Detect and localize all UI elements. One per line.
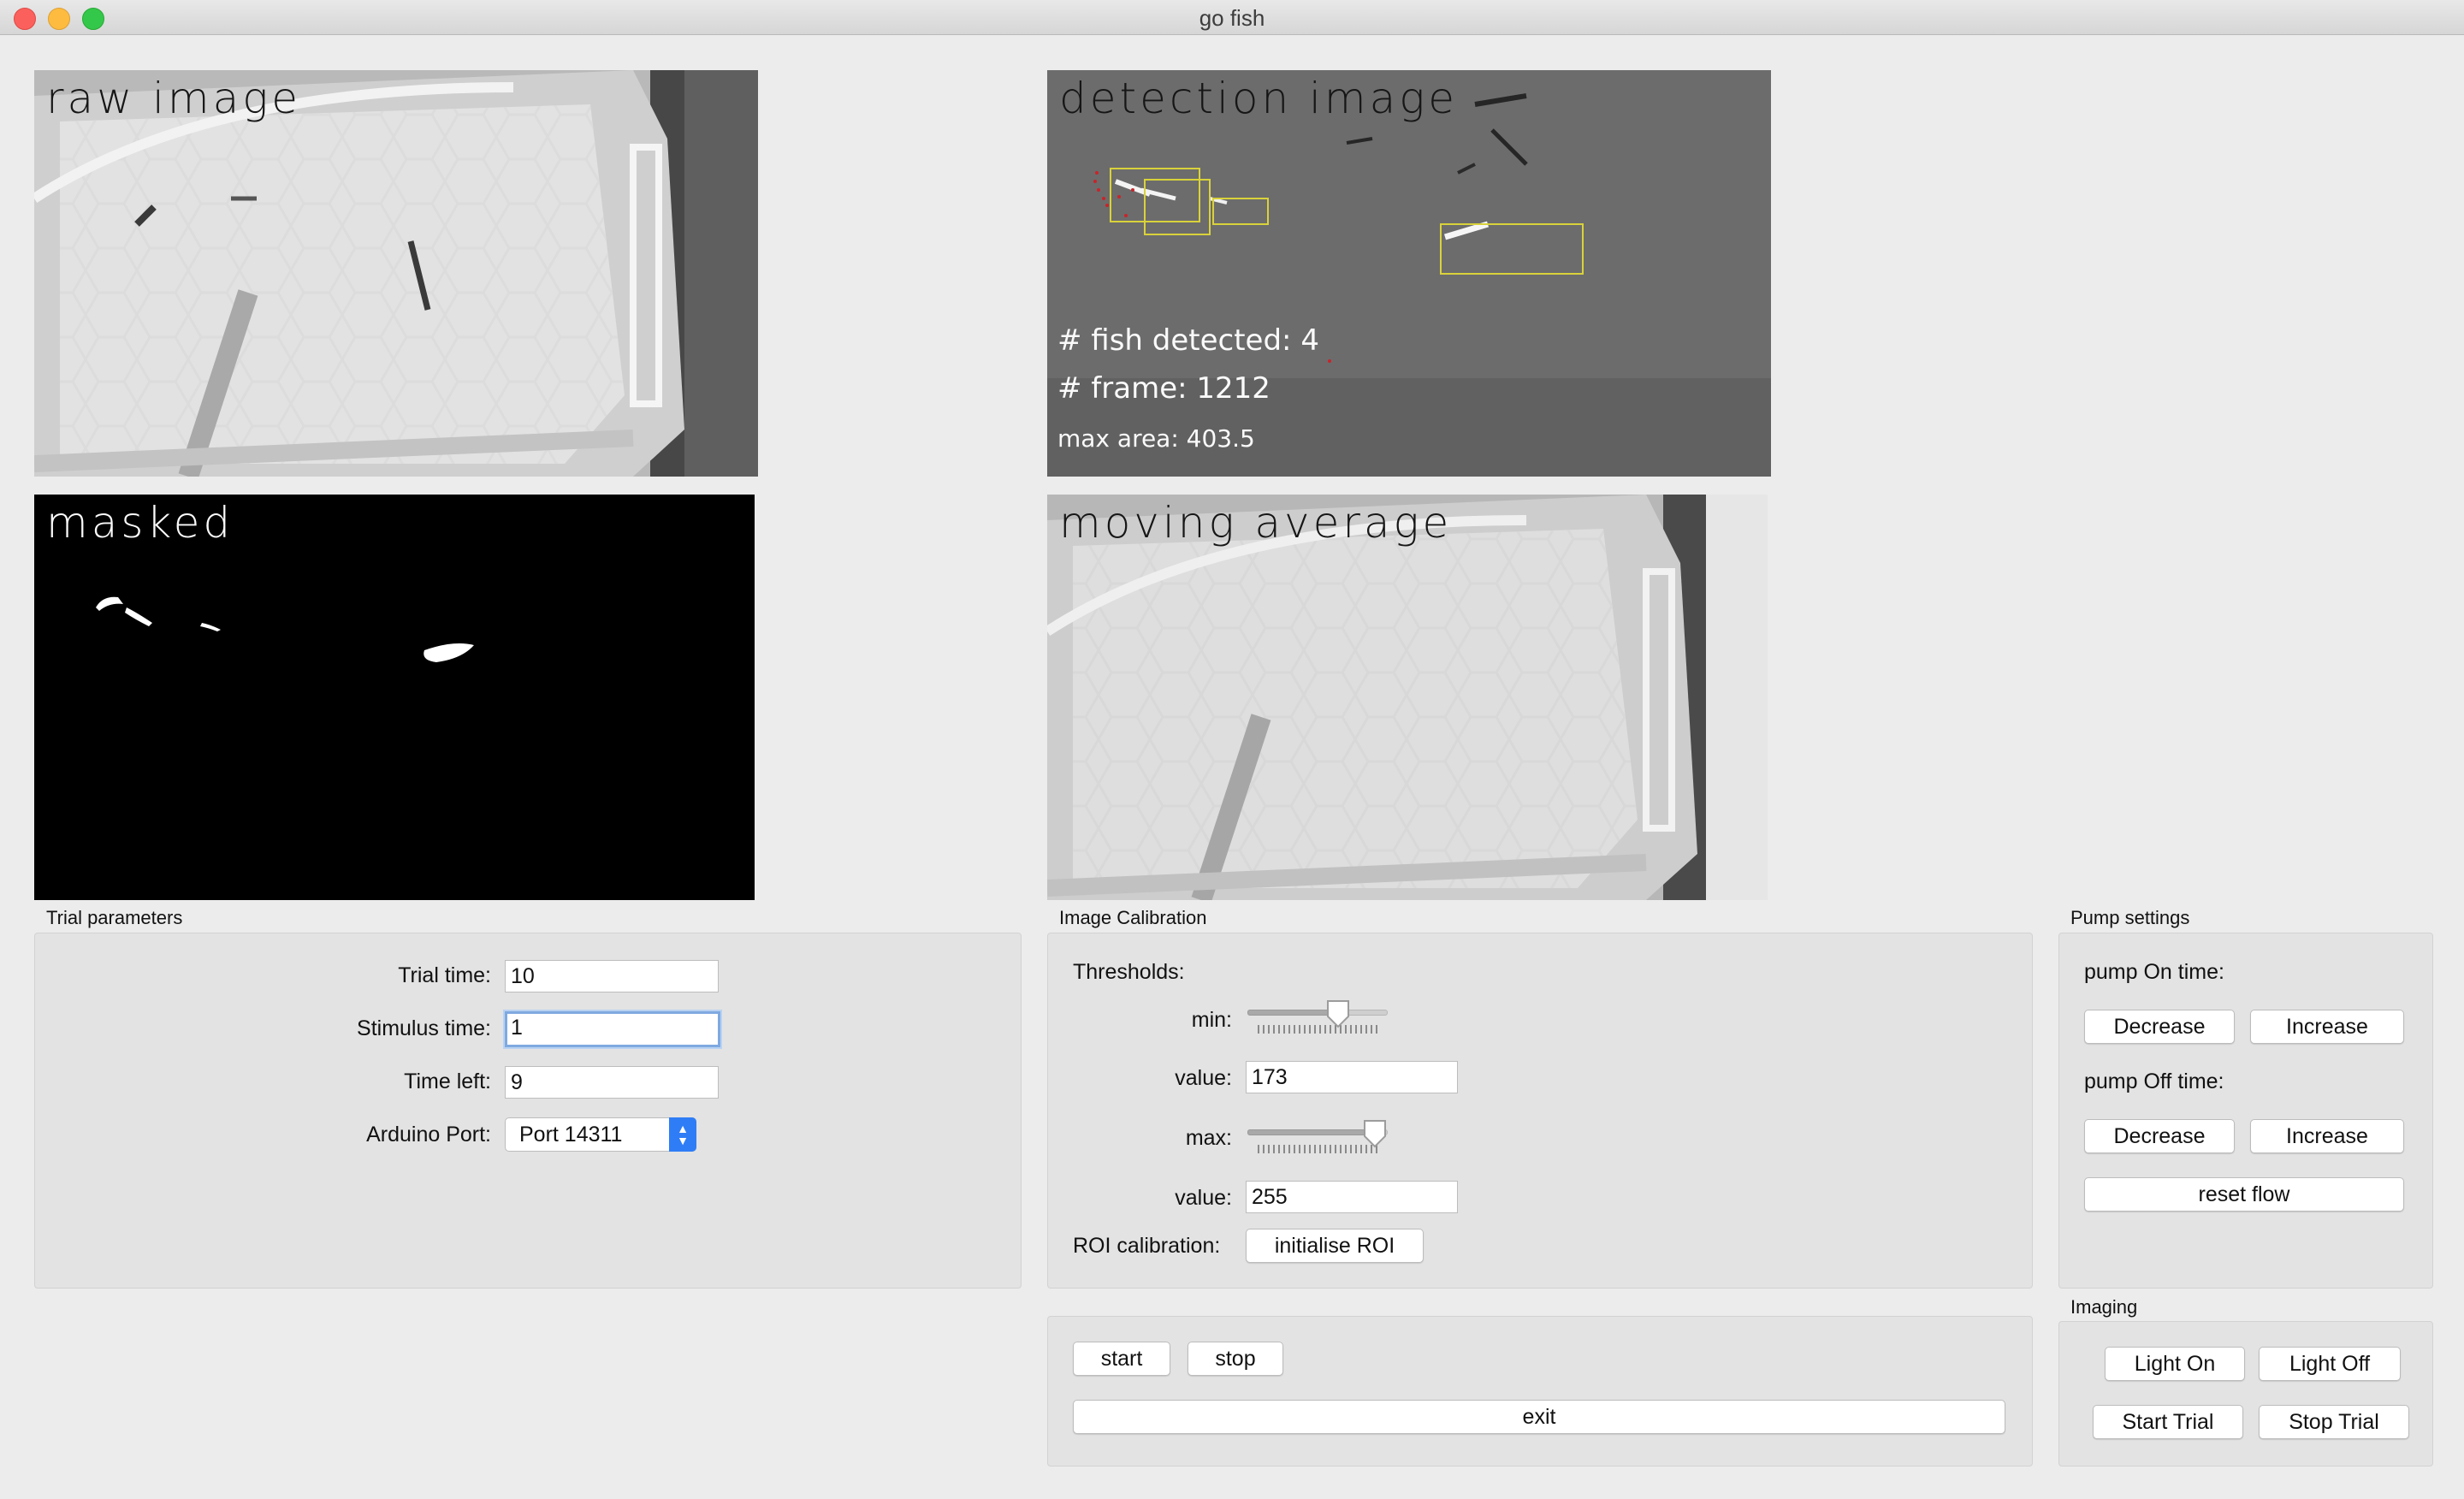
raw-image xyxy=(34,70,758,477)
min-threshold-label: min: xyxy=(1191,1008,1232,1032)
pump-on-time-label: pump On time: xyxy=(2084,960,2224,984)
window-title: go fish xyxy=(1199,5,1265,31)
pump-on-decrease-button[interactable]: Decrease xyxy=(2084,1010,2235,1044)
raw-image-panel: raw image xyxy=(34,70,758,477)
moving-average-label: moving average xyxy=(1059,498,1453,548)
stop-button[interactable]: stop xyxy=(1188,1342,1283,1376)
time-left-label: Time left: xyxy=(404,1069,491,1093)
min-value-label: value: xyxy=(1175,1066,1232,1090)
thresholds-label: Thresholds: xyxy=(1073,960,1185,984)
trial-time-label: Trial time: xyxy=(398,963,491,987)
start-button[interactable]: start xyxy=(1073,1342,1170,1376)
arduino-port-select[interactable]: Port 14311 ▲ ▼ xyxy=(505,1117,696,1152)
image-calibration-title: Image Calibration xyxy=(1059,907,1207,928)
slider-fill xyxy=(1247,1129,1377,1135)
arduino-port-value: Port 14311 xyxy=(519,1123,623,1146)
start-trial-button[interactable]: Start Trial xyxy=(2093,1405,2243,1439)
fish-detected-text: # fish detected: 4 xyxy=(1057,323,1319,358)
run-controls-group xyxy=(1047,1316,2033,1466)
trial-parameters-title: Trial parameters xyxy=(46,907,183,928)
pump-settings-title: Pump settings xyxy=(2070,907,2190,928)
moving-average-panel: moving average xyxy=(1047,495,1768,900)
raw-image-label: raw image xyxy=(46,74,301,123)
trial-time-field[interactable]: 10 xyxy=(505,960,719,992)
max-value-field[interactable]: 255 xyxy=(1246,1181,1458,1213)
frame-count-text: # frame: 1212 xyxy=(1057,371,1270,406)
max-threshold-slider[interactable] xyxy=(1247,1117,1388,1160)
detection-image-label: detection image xyxy=(1059,74,1459,123)
stop-trial-button[interactable]: Stop Trial xyxy=(2259,1405,2409,1439)
slider-ticks xyxy=(1258,1025,1377,1034)
masked-panel: masked xyxy=(34,495,755,900)
pump-off-time-label: pump Off time: xyxy=(2084,1069,2224,1093)
roi-calibration-label: ROI calibration: xyxy=(1073,1234,1221,1258)
min-value-field[interactable]: 173 xyxy=(1246,1061,1458,1093)
min-threshold-slider[interactable] xyxy=(1247,998,1388,1040)
time-left-field[interactable]: 9 xyxy=(505,1066,719,1099)
chevron-updown-icon: ▲ ▼ xyxy=(669,1117,696,1152)
initialise-roi-button[interactable]: initialise ROI xyxy=(1246,1229,1424,1263)
pump-settings-group xyxy=(2058,933,2433,1289)
max-value-label: value: xyxy=(1175,1186,1232,1210)
moving-average-image xyxy=(1047,495,1768,900)
masked-label: masked xyxy=(46,498,234,548)
detection-image xyxy=(1047,70,1771,477)
light-on-button[interactable]: Light On xyxy=(2105,1347,2245,1381)
stimulus-time-field[interactable]: 1 xyxy=(505,1011,720,1047)
slider-thumb[interactable] xyxy=(1325,999,1351,1028)
imaging-title: Imaging xyxy=(2070,1296,2138,1318)
stimulus-time-label: Stimulus time: xyxy=(357,1016,491,1040)
arduino-port-label: Arduino Port: xyxy=(366,1123,491,1146)
light-off-button[interactable]: Light Off xyxy=(2259,1347,2401,1381)
detection-image-panel: detection image # fish detected: 4 # fra… xyxy=(1047,70,1771,477)
reset-flow-button[interactable]: reset flow xyxy=(2084,1177,2404,1212)
title-bar: go fish xyxy=(0,0,2464,35)
max-area-text: max area: 403.5 xyxy=(1057,424,1255,453)
masked-image xyxy=(34,495,755,900)
max-threshold-label: max: xyxy=(1185,1126,1232,1150)
imaging-group xyxy=(2058,1321,2433,1466)
slider-ticks xyxy=(1258,1145,1377,1153)
pump-on-increase-button[interactable]: Increase xyxy=(2250,1010,2404,1044)
pump-off-increase-button[interactable]: Increase xyxy=(2250,1119,2404,1153)
slider-thumb[interactable] xyxy=(1362,1119,1388,1148)
exit-button[interactable]: exit xyxy=(1073,1400,2005,1434)
pump-off-decrease-button[interactable]: Decrease xyxy=(2084,1119,2235,1153)
